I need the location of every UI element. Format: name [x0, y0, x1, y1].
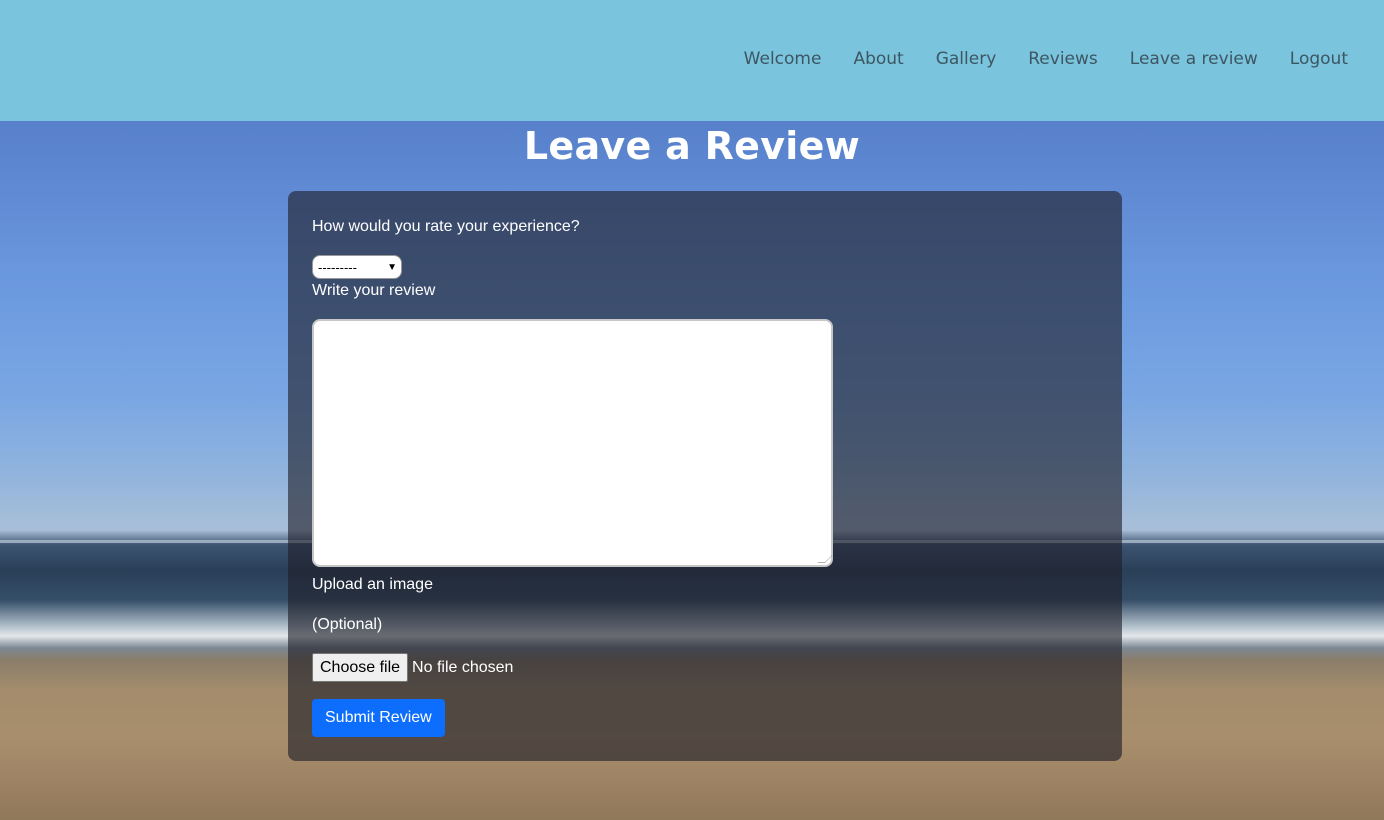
nav-item-leave-a-review[interactable]: Leave a review: [1130, 49, 1258, 69]
submit-review-button[interactable]: Submit Review: [312, 699, 445, 737]
review-label: Write your review: [312, 282, 436, 299]
navbar: Welcome About Gallery Reviews Leave a re…: [0, 0, 1384, 121]
file-input: Choose file No file chosen: [312, 653, 513, 682]
nav-item-gallery[interactable]: Gallery: [936, 49, 997, 69]
file-status-text: No file chosen: [412, 658, 514, 676]
review-textarea[interactable]: [312, 319, 833, 567]
rating-label: How would you rate your experience?: [312, 218, 580, 235]
chevron-down-icon: ▼: [387, 261, 397, 273]
choose-file-button[interactable]: Choose file: [312, 653, 409, 682]
nav-item-reviews[interactable]: Reviews: [1028, 49, 1098, 69]
upload-label: Upload an image: [312, 576, 433, 593]
nav-item-logout[interactable]: Logout: [1290, 49, 1348, 69]
rating-select[interactable]: --------- ▼: [312, 255, 402, 279]
resize-handle-icon[interactable]: [817, 555, 833, 563]
review-form: How would you rate your experience? ----…: [288, 191, 1122, 761]
nav-item-about[interactable]: About: [853, 49, 903, 69]
rating-select-value: ---------: [318, 259, 357, 275]
nav-item-welcome[interactable]: Welcome: [744, 49, 822, 69]
page-title: Leave a Review: [523, 124, 861, 168]
optional-label: (Optional): [312, 616, 383, 633]
